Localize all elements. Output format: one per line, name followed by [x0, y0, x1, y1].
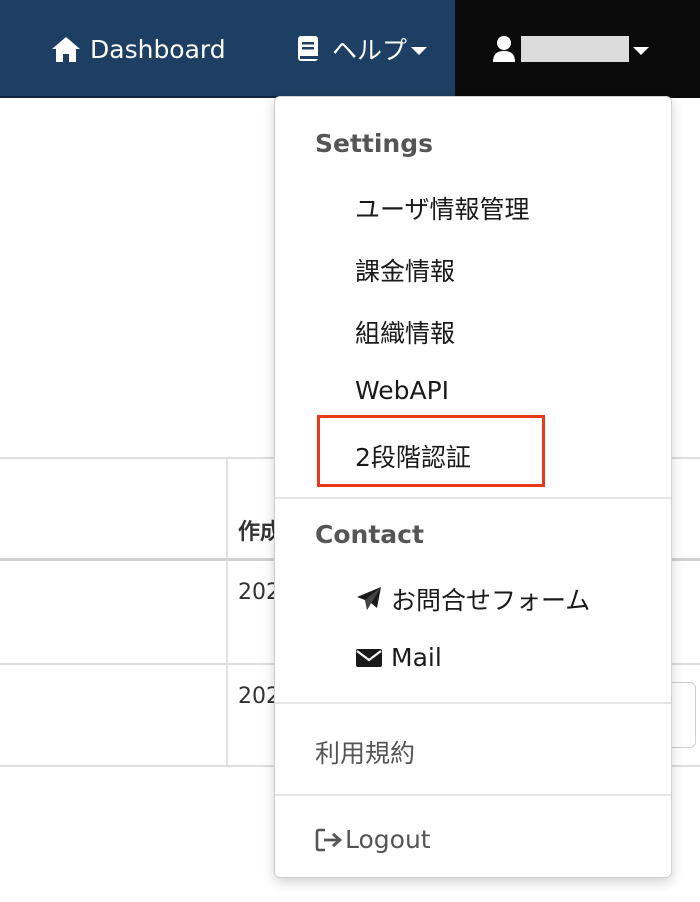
nav-user-dropdown[interactable] [455, 0, 700, 98]
user-dropdown-menu: Settings ユーザ情報管理 課金情報 組織情報 WebAPI 2段階認証 … [274, 96, 672, 878]
nav-dashboard-label: Dashboard [90, 34, 226, 64]
menu-item-user-info[interactable]: ユーザ情報管理 [355, 190, 530, 226]
menu-divider [275, 702, 671, 704]
sign-out-icon [315, 826, 343, 854]
caret-down-icon [633, 47, 649, 55]
nav-help-dropdown[interactable]: ヘルプ [292, 0, 428, 98]
settings-header: Settings [315, 129, 434, 158]
envelope-icon [355, 644, 383, 672]
menu-item-mail[interactable]: Mail [355, 643, 442, 672]
paper-plane-icon [355, 585, 383, 613]
menu-divider [275, 794, 671, 796]
logout-label: Logout [345, 825, 431, 854]
menu-item-terms[interactable]: 利用規約 [315, 734, 415, 770]
menu-item-webapi[interactable]: WebAPI [355, 376, 449, 405]
menu-item-billing[interactable]: 課金情報 [355, 252, 455, 288]
menu-divider [275, 497, 671, 499]
contact-header: Contact [315, 520, 424, 549]
nav-help-label: ヘルプ [332, 36, 408, 65]
menu-item-organization[interactable]: 組織情報 [355, 314, 455, 350]
home-icon [50, 33, 82, 65]
menu-item-label: Mail [391, 643, 442, 672]
menu-item-contact-form[interactable]: お問合せフォーム [355, 581, 590, 617]
user-icon [491, 33, 517, 65]
menu-item-logout[interactable]: Logout [315, 825, 431, 854]
menu-item-two-factor[interactable]: 2段階認証 [355, 438, 471, 474]
table-column-divider [226, 458, 228, 766]
menu-item-label: お問合せフォーム [391, 586, 591, 615]
caret-down-icon [411, 47, 428, 55]
user-name-redacted [521, 36, 629, 62]
nav-dashboard-link[interactable]: Dashboard [50, 0, 226, 98]
top-navbar: Dashboard ヘルプ [0, 0, 700, 98]
book-icon [292, 33, 324, 65]
